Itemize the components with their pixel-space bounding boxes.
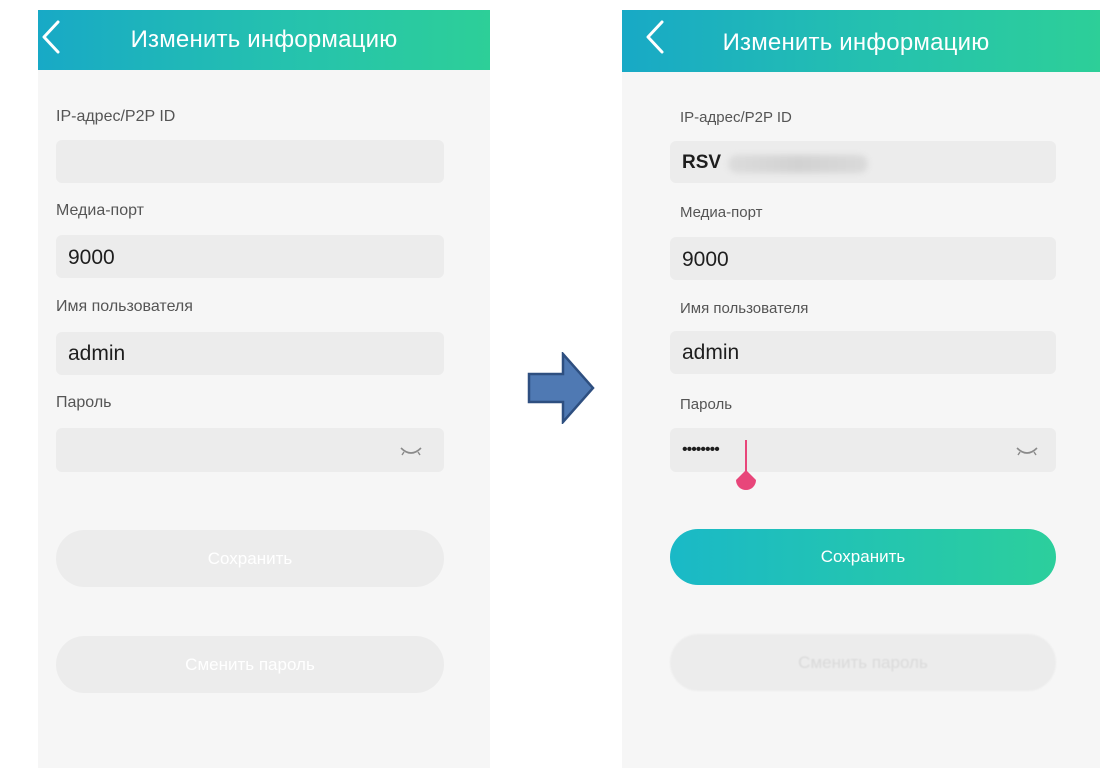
app-header: Изменить информацию: [38, 10, 490, 70]
save-button[interactable]: Сохранить: [56, 530, 444, 587]
password-input[interactable]: ••••••••: [670, 428, 1056, 472]
ip-address-label: IP-адрес/P2P ID: [56, 108, 176, 125]
eye-closed-icon[interactable]: [400, 446, 422, 458]
change-password-button[interactable]: Сменить пароль: [670, 634, 1056, 691]
ip-address-input[interactable]: [56, 140, 444, 183]
media-port-label: Медиа-порт: [56, 202, 144, 219]
text-cursor-handle-icon[interactable]: [732, 440, 760, 498]
page-title: Изменить информацию: [722, 29, 990, 56]
username-input[interactable]: admin: [670, 331, 1056, 374]
page-title: Изменить информацию: [130, 26, 398, 53]
ip-address-input[interactable]: RSV: [670, 141, 1056, 183]
redacted-id: [728, 155, 868, 173]
save-button[interactable]: Сохранить: [670, 529, 1056, 585]
media-port-value: 9000: [682, 248, 729, 271]
username-input[interactable]: admin: [56, 332, 444, 375]
right-screen: Изменить информацию IP-адрес/P2P ID RSV …: [622, 10, 1100, 768]
ip-address-label: IP-адрес/P2P ID: [680, 109, 792, 126]
password-label: Пароль: [56, 394, 112, 411]
media-port-label: Медиа-порт: [680, 204, 763, 221]
eye-closed-icon[interactable]: [1016, 446, 1038, 458]
media-port-input[interactable]: 9000: [56, 235, 444, 278]
left-screen: Изменить информацию IP-адрес/P2P ID Меди…: [38, 10, 490, 768]
arrow-right-icon: [527, 352, 595, 424]
ip-address-value: RSV: [682, 152, 722, 173]
media-port-value: 9000: [68, 246, 115, 269]
password-value: ••••••••: [682, 441, 720, 458]
username-label: Имя пользователя: [680, 300, 809, 317]
username-label: Имя пользователя: [56, 298, 193, 315]
username-value: admin: [682, 341, 740, 364]
app-header: Изменить информацию: [622, 10, 1100, 72]
password-input[interactable]: [56, 428, 444, 472]
password-label: Пароль: [680, 396, 733, 413]
change-password-button[interactable]: Сменить пароль: [56, 636, 444, 693]
media-port-input[interactable]: 9000: [670, 237, 1056, 280]
username-value: admin: [68, 342, 126, 365]
